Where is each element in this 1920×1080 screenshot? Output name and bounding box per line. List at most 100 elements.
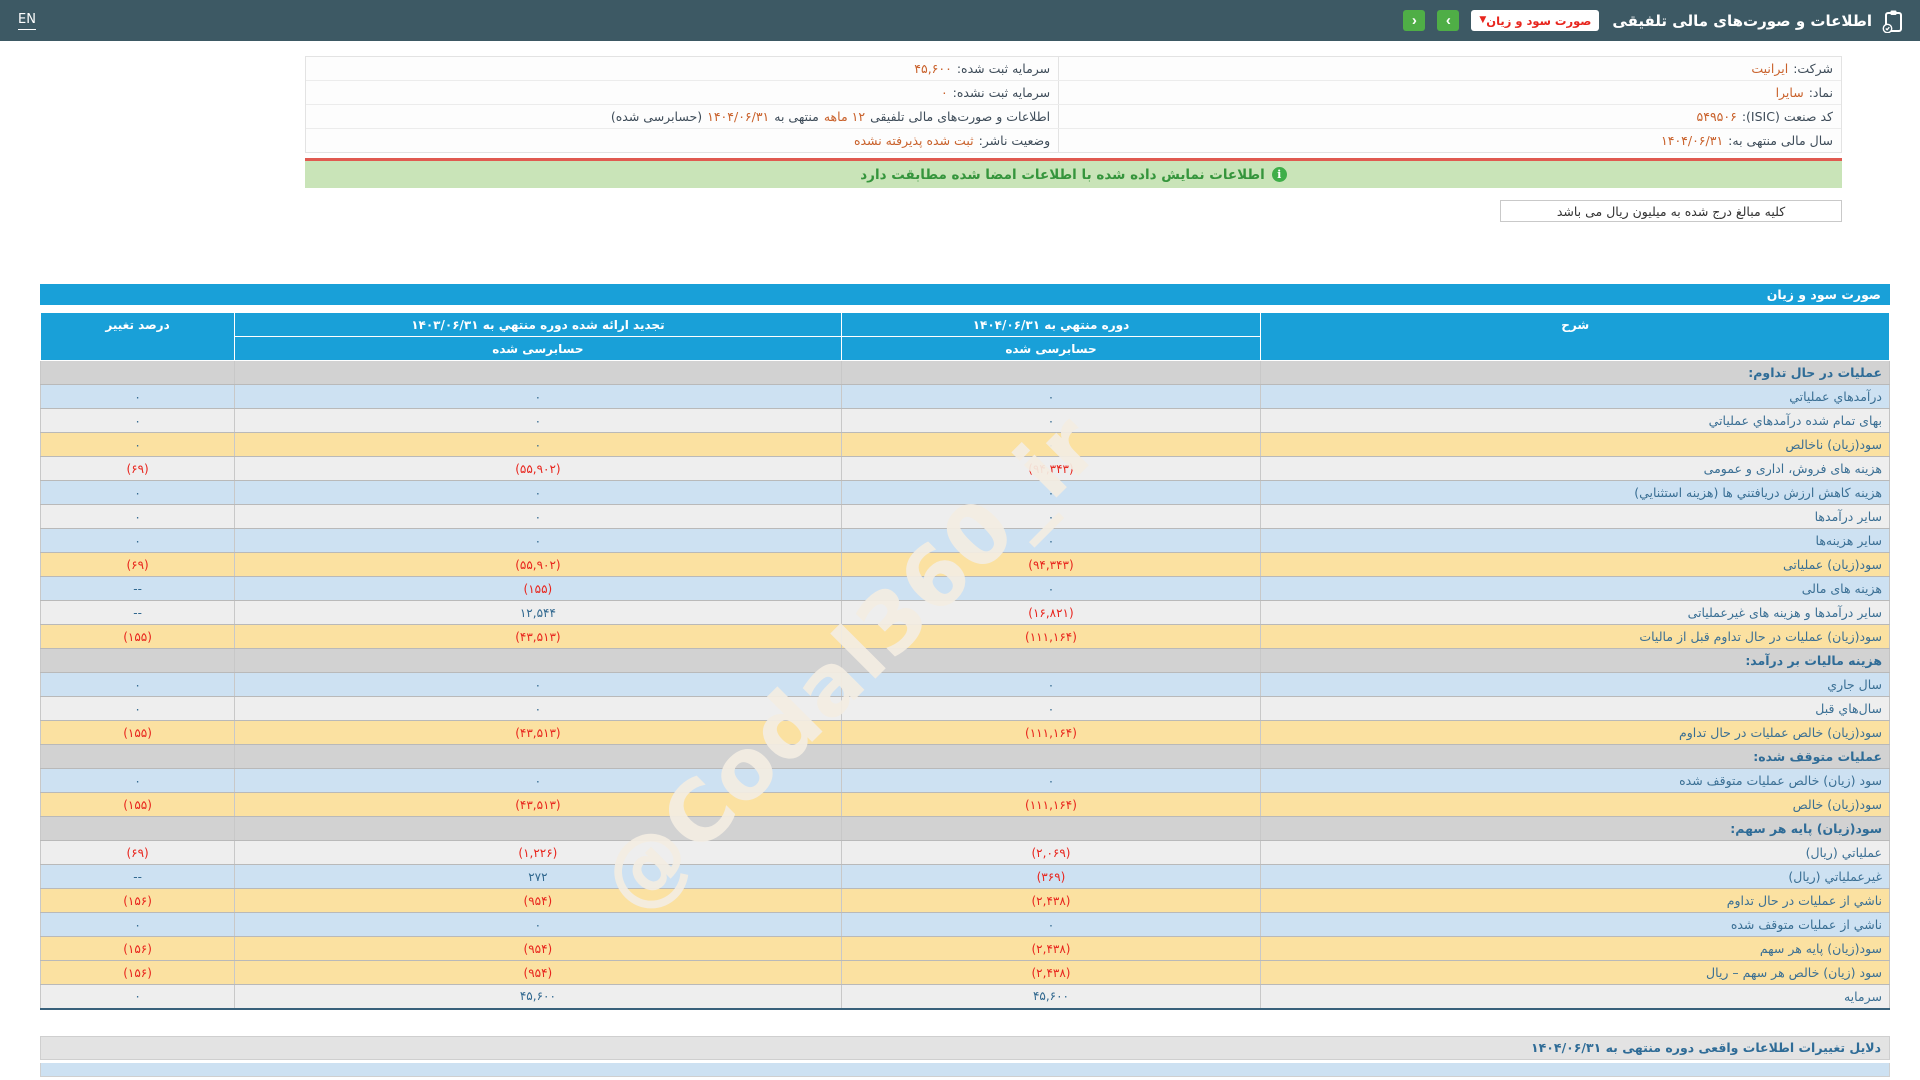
cell-restated-period: ۴۵,۶۰۰ (234, 984, 842, 1009)
cell-restated-period: (۴۳,۵۱۳) (234, 624, 842, 649)
cell-restated-period: ۰ (234, 696, 842, 721)
prev-statement-button[interactable]: ‹ (1403, 10, 1426, 31)
row-label: سود(زيان) عملياتی (1260, 552, 1890, 577)
cell-change-pct: (۱۵۵) (39, 720, 235, 745)
changes-reasons-section: دلایل تغییرات اطلاعات واقعی دوره منتهی ب… (40, 1035, 1890, 1077)
isic-label: کد صنعت (ISIC): (1741, 109, 1833, 124)
cell-restated-period: (۹۵۴) (234, 936, 842, 961)
cell-restated-period: ۰ (234, 528, 842, 553)
row-label: ساير درآمدها و هزينه های غيرعملياتی (1260, 600, 1890, 625)
row-label: سود(زيان) پايه هر سهم: (1260, 816, 1890, 841)
cell-restated-period: ۰ (234, 768, 842, 793)
statement-title-bar: صورت سود و زیان (40, 284, 1890, 305)
cell-restated-period (234, 648, 842, 673)
row-label: هزينه های مالی (1260, 576, 1890, 601)
cell-current-period (840, 648, 1261, 673)
cell-change-pct (39, 744, 235, 769)
row-label: سود(زيان) پايه هر سهم (1260, 936, 1890, 961)
statement-row: سود(زيان) پايه هر سهم (۲,۴۳۸) (۹۵۴) (۱۵۶) (39, 936, 1890, 961)
cell-current-period: (۲,۴۳۸) (840, 960, 1261, 985)
row-label: ناشي از عمليات متوقف شده (1260, 912, 1890, 937)
info-row: سال مالی منتهی به: ۱۴۰۴/۰۶/۳۱ وضعیت ناشر… (306, 129, 1841, 152)
cell-restated-period: ۰ (234, 408, 842, 433)
cell-change-pct: ۰ (39, 672, 235, 697)
cell-change-pct: ۰ (39, 984, 235, 1009)
row-label: سود(زيان) ناخالص (1260, 432, 1890, 457)
cell-current-period: (۱۶,۸۲۱) (840, 600, 1261, 625)
cell-current-period: ۰ (840, 480, 1261, 505)
unregistered-capital-cell: سرمایه ثبت نشده: ۰ (306, 81, 1058, 104)
cell-restated-period: ۰ (234, 432, 842, 457)
cell-change-pct: (۱۵۵) (39, 624, 235, 649)
cell-restated-period: (۵۵,۹۰۲) (234, 456, 842, 481)
symbol-cell: نماد: سایرا (1058, 81, 1841, 104)
row-label: ناشي از عمليات در حال تداوم (1260, 888, 1890, 913)
cell-current-period: ۰ (840, 528, 1261, 553)
cell-change-pct: ۰ (39, 384, 235, 409)
cell-current-period: ۰ (840, 672, 1261, 697)
cell-current-period: ۰ (840, 768, 1261, 793)
cell-current-period: ۰ (840, 504, 1261, 529)
isic-value: ۵۴۹۵۰۶ (1696, 109, 1737, 124)
cell-restated-period: (۹۵۴) (234, 960, 842, 985)
col-header-restated-period: تجدید ارائه شده دوره منتهي به ۱۴۰۳/۰۶/۳۱ (234, 312, 842, 337)
registered-capital-label: سرمایه ثبت شده: (956, 61, 1051, 76)
cell-restated-period: (۱۵۵) (234, 576, 842, 601)
info-row: نماد: سایرا سرمایه ثبت نشده: ۰ (306, 81, 1841, 105)
report-date: ۱۴۰۴/۰۶/۳۱ (707, 109, 770, 124)
statement-row: هزينه های مالی ۰ (۱۵۵) -- (39, 576, 1890, 601)
cell-restated-period: ۰ (234, 480, 842, 505)
report-title-cell: اطلاعات و صورت‌های مالی تلفیقی ۱۲ ماهه م… (306, 105, 1058, 128)
cell-current-period: (۹۴,۳۴۳) (840, 456, 1261, 481)
publisher-status-label: وضعیت ناشر: (978, 133, 1051, 148)
statement-row: هزينه های فروش، اداری و عمومی (۹۴,۳۴۳) (۵۵… (39, 456, 1890, 481)
cell-change-pct: ۰ (39, 696, 235, 721)
amounts-unit-note: کلیه مبالغ درج شده به میلیون ریال می باش… (1500, 200, 1842, 222)
audited-label-current: حسابرسی شده (840, 336, 1262, 361)
cell-current-period: ۰ (840, 912, 1261, 937)
cell-current-period: ۰ (840, 408, 1261, 433)
cell-current-period: ۰ (840, 576, 1261, 601)
statement-row: سود(زيان) خالص (۱۱۱,۱۶۴) (۴۳,۵۱۳) (۱۵۵) (39, 792, 1890, 817)
row-label: هزينه کاهش ارزش دريافتني ها (هزينه استثن… (1260, 480, 1890, 505)
next-statement-button[interactable]: › (1437, 10, 1460, 31)
cell-current-period: (۱۱۱,۱۶۴) (840, 792, 1261, 817)
statement-row: سود (زيان) خالص هر سهم – ريال (۲,۴۳۸) (۹۵۴… (39, 960, 1890, 985)
cell-current-period: ۰ (840, 432, 1261, 457)
audited-label-restated: حسابرسی شده (234, 336, 842, 361)
col-header-description: شرح (1260, 312, 1890, 361)
company-info-table: شرکت: ایرانیت سرمایه ثبت شده: ۴۵,۶۰۰ نما… (305, 56, 1842, 153)
language-toggle-en[interactable]: EN (18, 12, 36, 30)
row-label: ساير هزينه‌ها (1260, 528, 1890, 553)
info-row: شرکت: ایرانیت سرمایه ثبت شده: ۴۵,۶۰۰ (306, 57, 1841, 81)
row-label: سود (زيان) خالص هر سهم – ريال (1260, 960, 1890, 985)
statement-row: ساير هزينه‌ها ۰ ۰ ۰ (39, 528, 1890, 553)
statement-section-row: عمليات متوقف شده: (39, 744, 1890, 769)
cell-change-pct: (۶۹) (39, 456, 235, 481)
cell-change-pct: -- (39, 864, 235, 889)
cell-change-pct (39, 648, 235, 673)
row-label: ساير درآمدها (1260, 504, 1890, 529)
publisher-status-value: ثبت شده پذیرفته نشده (853, 133, 974, 148)
publisher-status-cell: وضعیت ناشر: ثبت شده پذیرفته نشده (306, 129, 1058, 152)
report-prefix: اطلاعات و صورت‌های مالی تلفیقی (870, 109, 1051, 124)
row-label: سود(زيان) خالص (1260, 792, 1890, 817)
header-row-periods: شرح دوره منتهي به ۱۴۰۴/۰۶/۳۱ تجدید ارائه… (39, 312, 1890, 361)
statement-type-dropdown[interactable]: صورت سود و زیان ▼ (1471, 10, 1600, 31)
statement-section-row: هزينه ماليات بر درآمد: (39, 648, 1890, 673)
cell-current-period: (۲,۰۶۹) (840, 840, 1261, 865)
cell-change-pct: ۰ (39, 432, 235, 457)
statement-row: سال جاري ۰ ۰ ۰ (39, 672, 1890, 697)
statement-row: غيرعملياتي (ريال) (۳۶۹) ۲۷۲ -- (39, 864, 1890, 889)
cell-current-period (840, 360, 1261, 385)
row-label: غيرعملياتي (ريال) (1260, 864, 1890, 889)
cell-restated-period: (۴۳,۵۱۳) (234, 720, 842, 745)
symbol-label: نماد: (1808, 85, 1833, 100)
statement-row: هزينه کاهش ارزش دريافتني ها (هزينه استثن… (39, 480, 1890, 505)
chevron-down-icon: ▼ (1479, 15, 1487, 25)
cell-restated-period: ۰ (234, 672, 842, 697)
row-label: سود(زيان) عمليات در حال تداوم قبل از مال… (1260, 624, 1890, 649)
financial-statements-clipboard-icon (1881, 9, 1905, 33)
statement-row: سود(زيان) عمليات در حال تداوم قبل از مال… (39, 624, 1890, 649)
statement-row: سال‌هاي قبل ۰ ۰ ۰ (39, 696, 1890, 721)
